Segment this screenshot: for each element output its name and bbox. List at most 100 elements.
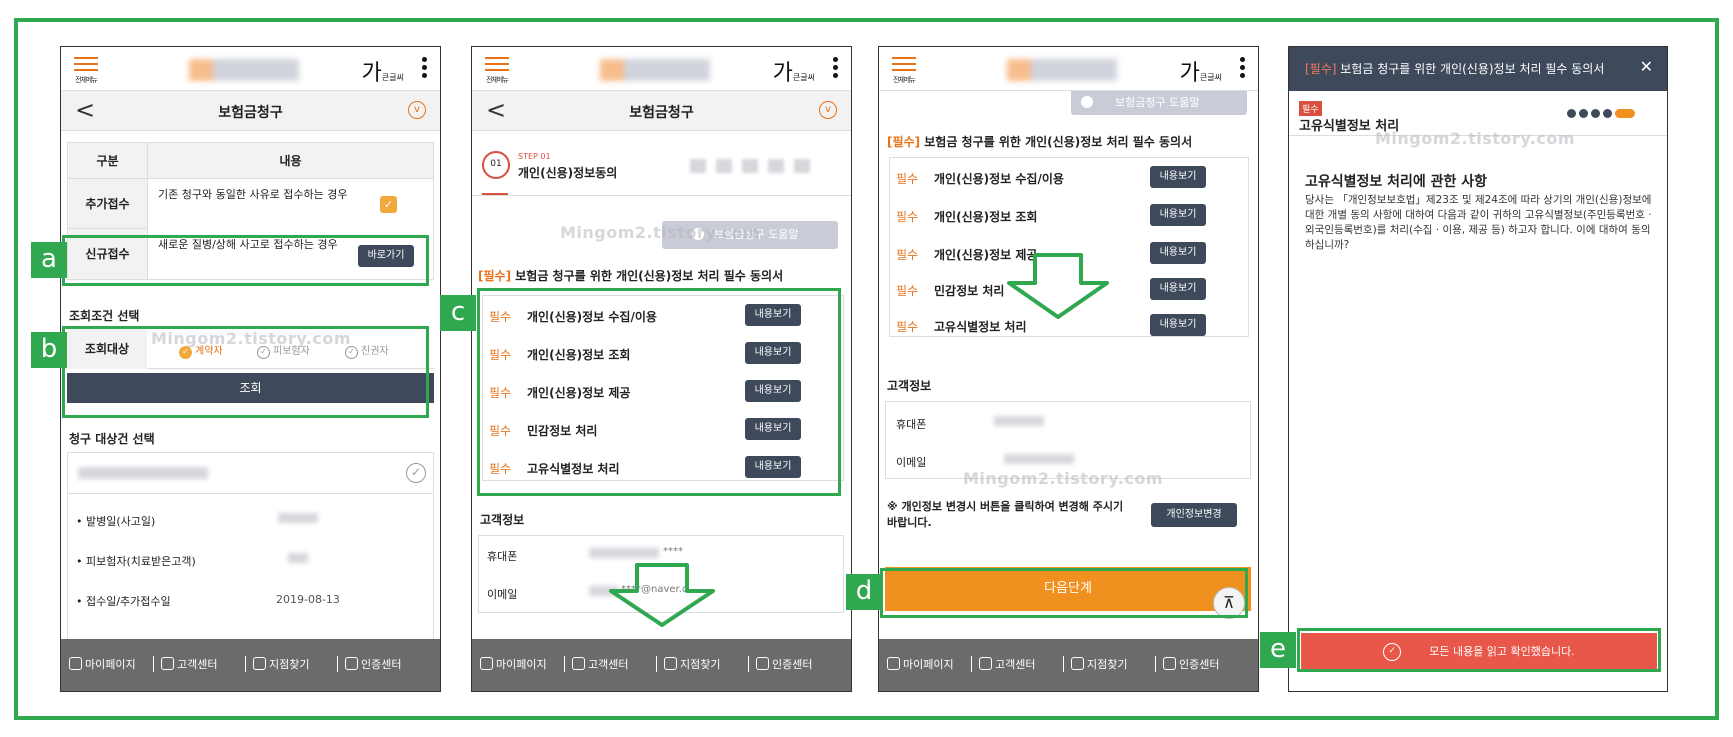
page-title: 보험금청구 (218, 105, 283, 121)
email-label: 이메일 (487, 588, 518, 601)
step-title: 개인(신용)정보동의 (518, 166, 618, 180)
divider (1155, 656, 1156, 672)
menu-label: 전체메뉴 (893, 76, 916, 84)
nav-mypage[interactable]: 마이페이지 (480, 656, 547, 672)
blurred-value (1004, 454, 1074, 464)
close-icon[interactable]: ✕ (1640, 57, 1653, 76)
view-button[interactable]: 내용보기 (1150, 278, 1206, 300)
font-size-button[interactable]: 가큰글씨 (1180, 55, 1222, 87)
divider (656, 656, 657, 672)
nav-customer-center[interactable]: 고객센터 (161, 656, 217, 672)
consent-title: [필수] 보험금 청구를 위한 개인(신용)정보 처리 필수 동의서 (887, 135, 1193, 149)
view-button[interactable]: 내용보기 (1150, 166, 1206, 188)
nav-branch[interactable]: 지점찾기 (253, 656, 309, 672)
customer-info-card: 휴대폰 이메일 (885, 401, 1251, 479)
person-icon (887, 657, 900, 670)
person-icon (69, 657, 82, 670)
more-icon[interactable] (1240, 57, 1246, 81)
nav-branch[interactable]: 지점찾기 (664, 656, 720, 672)
divider (1063, 656, 1064, 672)
view-button[interactable]: 내용보기 (1150, 314, 1206, 336)
nav-bar: < 보험금청구 v (472, 91, 851, 131)
watermark: Mingom2.tistory.com (963, 469, 1163, 488)
nav-bar: < 보험금청구 v (61, 91, 440, 131)
menu-label: 전체메뉴 (486, 76, 509, 84)
body-title: 고유식별정보 처리에 관한 사항 (1305, 174, 1488, 190)
nav-branch[interactable]: 지점찾기 (1071, 656, 1127, 672)
field-label: • 접수일/추가접수일 (76, 595, 171, 608)
row-label: 추가접수 (68, 179, 148, 229)
top-bar: 전체메뉴 가큰글씨 (61, 47, 440, 91)
highlight-c (477, 288, 841, 496)
notice-text: ※ 개인정보 변경시 버튼을 클릭하여 변경해 주시기 바랍니다. (887, 500, 1124, 529)
page-dots (1567, 103, 1635, 122)
field-label: • 피보험자(치료받은고객) (76, 555, 196, 568)
help-button[interactable]: 보험금청구 도움말 (1071, 91, 1247, 115)
chevron-down-icon[interactable]: v (819, 101, 837, 119)
font-size-button[interactable]: 가큰글씨 (362, 55, 404, 87)
nav-customer-center[interactable]: 고객센터 (572, 656, 628, 672)
arrow-down-icon (609, 563, 715, 627)
arrow-down-icon (1007, 253, 1109, 319)
required-tag: 필수 (896, 320, 919, 334)
blurred-text (78, 467, 208, 479)
view-button[interactable]: 내용보기 (1150, 242, 1206, 264)
nav-auth[interactable]: 인증센터 (1163, 656, 1219, 672)
highlight-b (62, 326, 429, 418)
menu-button[interactable]: 전체메뉴 (482, 53, 512, 85)
highlight-d (880, 568, 1248, 618)
divider (748, 656, 749, 672)
nav-auth[interactable]: 인증센터 (756, 656, 812, 672)
watermark: Mingom2.tistory.com (1375, 129, 1575, 148)
nav-mypage[interactable]: 마이페이지 (69, 656, 136, 672)
more-icon[interactable] (422, 57, 428, 81)
nav-auth[interactable]: 인증센터 (345, 656, 401, 672)
field-value: 2019-08-13 (276, 593, 340, 606)
callout-e: e (1260, 632, 1296, 668)
consent-item: 민감정보 처리 (934, 284, 1005, 298)
blurred-value (994, 416, 1044, 426)
claim-card[interactable]: ✓ • 발병일(사고일) • 피보험자(치료받은고객) • 접수일/추가접수일 … (67, 452, 434, 652)
check-circle-icon[interactable]: ✓ (406, 463, 426, 483)
table-header: 내용 (148, 143, 433, 179)
highlight-e (1297, 628, 1661, 672)
consent-title: [필수] 보험금 청구를 위한 개인(신용)정보 처리 필수 동의서 (478, 269, 784, 283)
divider (564, 656, 565, 672)
certificate-icon (345, 657, 358, 670)
customer-section-title: 고객정보 (887, 379, 932, 393)
consent-item: 개인(신용)정보 조회 (934, 210, 1038, 224)
phone-label: 휴대폰 (487, 550, 518, 563)
callout-c: c (440, 295, 476, 331)
top-bar: 전체메뉴 가큰글씨 (879, 47, 1258, 91)
menu-button[interactable]: 전체메뉴 (889, 53, 919, 85)
chevron-down-icon[interactable]: v (408, 101, 426, 119)
blurred-value (278, 513, 318, 523)
phone-value: **** (663, 546, 683, 557)
checkbox-checked[interactable]: ✓ (380, 196, 397, 213)
divider (971, 656, 972, 672)
more-icon[interactable] (833, 57, 839, 81)
consent-item: 고유식별정보 처리 (934, 320, 1027, 334)
change-info-button[interactable]: 개인정보변경 (1151, 503, 1237, 527)
body-text: 당사는 「개인정보보호법」제23조 및 제24조에 따라 상기의 개인(신용)정… (1305, 194, 1652, 251)
field-label: • 발병일(사고일) (76, 515, 156, 528)
menu-button[interactable]: 전체메뉴 (71, 53, 101, 85)
required-tag: 필수 (896, 210, 919, 224)
highlight-a (62, 235, 429, 286)
logo-blurred (1007, 59, 1117, 81)
modal-header: [필수] 보험금 청구를 위한 개인(신용)정보 처리 필수 동의서 (1289, 47, 1667, 91)
nav-customer-center[interactable]: 고객센터 (979, 656, 1035, 672)
blurred-value (288, 553, 308, 563)
map-icon (664, 657, 677, 670)
view-button[interactable]: 내용보기 (1150, 204, 1206, 226)
map-icon (253, 657, 266, 670)
top-bar: 전체메뉴 가큰글씨 (472, 47, 851, 91)
divider (245, 656, 246, 672)
callout-b: b (31, 332, 67, 368)
blurred-value (589, 548, 659, 558)
font-size-button[interactable]: 가큰글씨 (773, 55, 815, 87)
person-icon (480, 657, 493, 670)
nav-mypage[interactable]: 마이페이지 (887, 656, 954, 672)
step-indicators (690, 159, 814, 173)
divider (153, 656, 154, 672)
